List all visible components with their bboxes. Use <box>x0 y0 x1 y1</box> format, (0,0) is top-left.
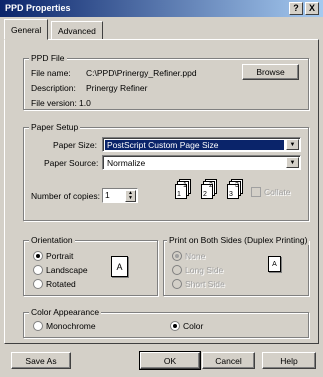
color-appearance-group-title: Color Appearance <box>29 307 102 317</box>
portrait-radio[interactable] <box>33 251 43 261</box>
landscape-radio[interactable] <box>33 265 43 275</box>
collate-label: Collate <box>264 187 291 197</box>
chevron-down-icon[interactable]: ▼ <box>286 157 299 168</box>
tab-advanced-label: Advanced <box>58 25 96 36</box>
file-name-label: File name: <box>31 68 71 78</box>
duplex-none-label: None <box>185 251 206 261</box>
help-title-button[interactable]: ? <box>289 2 303 15</box>
file-name-value: C:\PPD\Prinergy_Refiner.ppd <box>86 68 197 78</box>
paper-setup-group-title: Paper Setup <box>29 122 81 132</box>
duplex-long-side-label: Long Side <box>185 265 224 275</box>
duplex-long-side-radio[interactable] <box>172 265 182 275</box>
page-number: 3 <box>235 182 239 189</box>
tab-advanced[interactable]: Advanced <box>51 21 103 40</box>
duplex-none-radio[interactable] <box>172 251 182 261</box>
file-version-value: 1.0 <box>79 98 91 108</box>
duplex-group-title: Print on Both Sides (Duplex Printing) <box>167 235 310 245</box>
ok-button[interactable]: OK <box>139 351 201 370</box>
paper-source-label: Paper Source: <box>44 158 99 168</box>
radio-dot-icon <box>36 254 40 258</box>
paper-size-label: Paper Size: <box>53 140 97 150</box>
help-button[interactable]: Help <box>262 352 316 369</box>
copies-value: 1 <box>105 190 110 200</box>
collate-checkbox[interactable] <box>251 187 261 197</box>
description-value: Prinergy Refiner <box>86 83 148 93</box>
window-title: PPD Properties <box>5 3 71 13</box>
tab-general-label: General <box>11 24 42 35</box>
monochrome-radio[interactable] <box>33 321 43 331</box>
paper-source-select[interactable]: Normalize ▼ <box>102 155 301 170</box>
close-title-button[interactable]: X <box>305 2 319 15</box>
color-label: Color <box>183 321 204 331</box>
duplex-short-side-label: Short Side <box>185 279 225 289</box>
description-label: Description: <box>31 83 76 93</box>
duplex-preview-icon: A <box>268 256 281 272</box>
landscape-label: Landscape <box>46 265 88 275</box>
paper-source-value: Normalize <box>107 158 146 168</box>
orientation-group <box>23 240 158 296</box>
rotated-label: Rotated <box>46 279 76 289</box>
chevron-down-icon[interactable]: ▼ <box>286 139 299 150</box>
paper-size-value: PostScript Custom Page Size <box>105 140 284 150</box>
duplex-short-side-radio[interactable] <box>172 279 182 289</box>
browse-button[interactable]: Browse <box>242 64 299 80</box>
radio-dot-icon <box>173 324 177 328</box>
cancel-button[interactable]: Cancel <box>202 352 255 369</box>
color-radio[interactable] <box>170 321 180 331</box>
spinner-arrows-icon[interactable]: ▲ ▼ <box>125 190 136 202</box>
paper-size-select[interactable]: PostScript Custom Page Size ▼ <box>102 137 301 152</box>
file-version-label: File version: <box>31 98 77 108</box>
copies-spinner[interactable]: 1 ▲ ▼ <box>102 188 138 203</box>
monochrome-label: Monochrome <box>46 321 96 331</box>
ppd-file-group-title: PPD File <box>29 53 67 63</box>
radio-dot-icon <box>175 254 179 258</box>
tab-general[interactable]: General <box>4 19 49 40</box>
portrait-label: Portrait <box>46 251 74 261</box>
page-number: 2 <box>209 182 213 189</box>
orientation-preview-icon: A <box>111 256 128 277</box>
save-as-button[interactable]: Save As <box>11 352 71 369</box>
rotated-radio[interactable] <box>33 279 43 289</box>
page-number: 1 <box>183 182 187 189</box>
orientation-group-title: Orientation <box>29 235 75 245</box>
copies-label: Number of copies: <box>31 191 100 201</box>
